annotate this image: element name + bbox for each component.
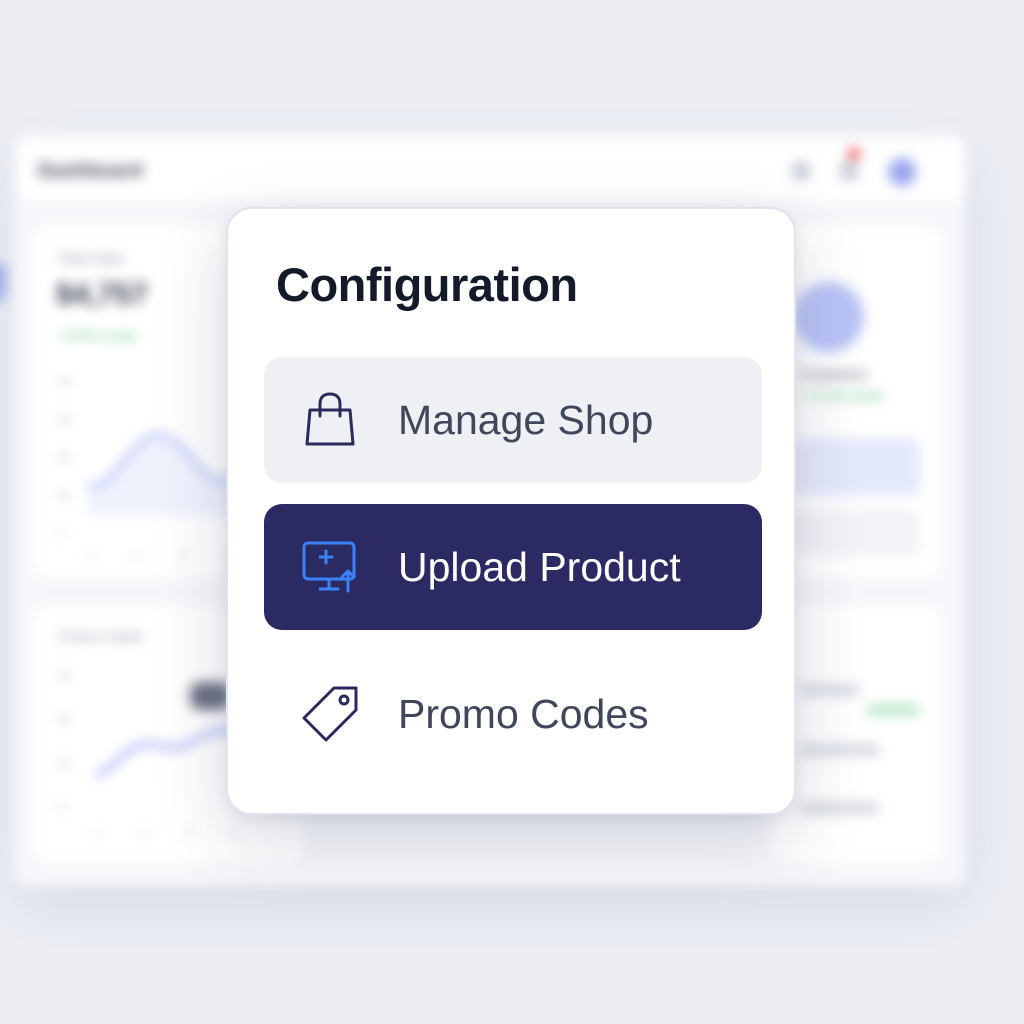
x-tick: 2 [140,828,147,840]
promo-card-label: Promo Codes [58,628,144,644]
shopping-bag-icon [305,392,355,446]
sales-label: Total sales [58,250,125,266]
y-tick: 0 [58,528,65,540]
list-row [800,684,860,696]
sidebar-edge [0,262,6,302]
y-tick: 20 [58,452,71,464]
configuration-popover: Configuration Manage Shop Upload Product… [226,207,796,815]
menu-item-manage-shop[interactable]: Manage Shop [264,357,762,483]
profile-avatar [794,282,864,352]
dashboard-title: Dashboard [38,160,143,182]
bell-icon[interactable] [840,162,858,180]
x-tick: 2 [134,550,141,562]
list-row [800,744,880,756]
highlight-row [794,438,920,496]
avatar[interactable] [888,158,916,186]
status-badge [866,704,920,716]
y-tick: 10 [58,490,71,502]
menu-item-promo-codes[interactable]: Promo Codes [264,651,762,777]
y-tick: 30 [58,714,71,726]
x-tick: 1 [88,550,95,562]
sales-value: $4,757 [56,278,148,311]
profile-name: Customers [800,366,868,382]
notification-badge [848,148,860,160]
list-row [794,510,920,556]
price-tag-icon [302,686,358,742]
monitor-upload-icon [302,541,356,593]
list-row [800,802,880,814]
y-tick: 0 [58,802,65,814]
sales-delta: +3.5% vs last [58,328,136,343]
y-tick: 40 [58,376,71,388]
profile-status: + 12 this week [800,388,884,403]
x-tick: 3 [186,828,193,840]
dashboard-header: Dashboard [18,140,964,200]
popover-title: Configuration [276,258,578,311]
menu-item-upload-product[interactable]: Upload Product [264,504,762,630]
x-tick: 4 [232,828,239,840]
y-tick: 40 [58,670,71,682]
y-tick: 20 [58,758,71,770]
search-icon[interactable] [792,162,810,180]
x-tick: 3 [180,550,187,562]
y-tick: 30 [58,414,71,426]
menu-item-label: Manage Shop [398,397,654,443]
menu-item-label: Promo Codes [398,691,649,737]
menu-item-label: Upload Product [398,544,681,590]
x-tick: 1 [94,828,101,840]
